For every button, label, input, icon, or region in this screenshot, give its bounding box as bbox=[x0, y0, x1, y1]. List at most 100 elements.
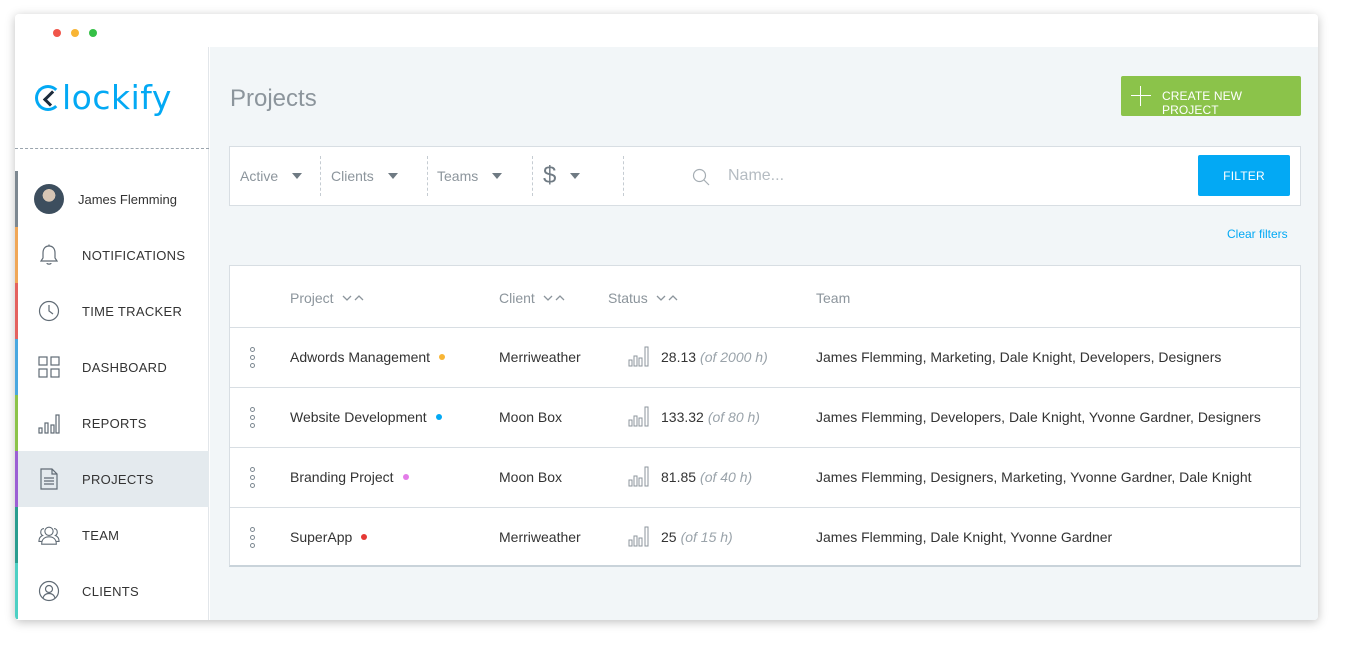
project-name: Branding Project bbox=[290, 469, 394, 485]
caret-down-icon bbox=[387, 173, 398, 179]
project-name: SuperApp bbox=[290, 529, 353, 545]
table-row[interactable]: SuperApp Merriweather 25 (of 15 h) James … bbox=[230, 508, 1300, 568]
project-name: Adwords Management bbox=[290, 349, 431, 365]
dollar-icon: $ bbox=[543, 162, 557, 189]
project-color-dot bbox=[402, 474, 409, 481]
sidebar-item-projects[interactable]: PROJECTS bbox=[15, 451, 209, 507]
titlebar bbox=[15, 14, 1318, 47]
client-cell: Moon Box bbox=[499, 409, 563, 425]
status-cell: 28.13 (of 2000 h) bbox=[661, 349, 768, 365]
column-header-client[interactable]: Client bbox=[499, 290, 565, 306]
project-name-cell[interactable]: Adwords Management bbox=[290, 349, 446, 365]
sort-icon bbox=[543, 294, 565, 302]
caret-down-icon bbox=[570, 173, 581, 179]
row-menu-icon[interactable] bbox=[250, 407, 256, 429]
filter-separator bbox=[532, 156, 533, 196]
status-filter-dropdown[interactable]: Active bbox=[240, 147, 303, 205]
sidebar-user[interactable]: James Flemming bbox=[15, 171, 209, 227]
sidebar-item-clients[interactable]: CLIENTS bbox=[15, 563, 209, 619]
estimated-hours: (of 15 h) bbox=[680, 529, 733, 545]
filter-separator bbox=[320, 156, 321, 196]
table-row[interactable]: Branding Project Moon Box 81.85 (of 40 h)… bbox=[230, 448, 1300, 508]
tracked-hours: 133.32 bbox=[661, 409, 704, 425]
status-cell: 81.85 (of 40 h) bbox=[661, 469, 752, 485]
document-icon bbox=[38, 468, 60, 490]
logo-text: lockify bbox=[62, 77, 172, 117]
user-name: James Flemming bbox=[78, 191, 177, 207]
filter-separator bbox=[623, 156, 624, 196]
team-cell: James Flemming, Dale Knight, Yvonne Gard… bbox=[816, 529, 1113, 545]
project-color-dot bbox=[439, 354, 446, 361]
tracked-hours: 81.85 bbox=[661, 469, 697, 485]
filter-button[interactable]: FILTER bbox=[1198, 155, 1290, 196]
sidebar-item-label: TEAM bbox=[82, 527, 120, 543]
project-name-cell[interactable]: Branding Project bbox=[290, 469, 409, 485]
sidebar-item-notifications[interactable]: NOTIFICATIONS bbox=[15, 227, 209, 283]
sidebar-item-time-tracker[interactable]: TIME TRACKER bbox=[15, 283, 209, 339]
row-menu-icon[interactable] bbox=[250, 347, 256, 369]
projects-table: Project Client Status Team Adwords Manag… bbox=[229, 265, 1301, 567]
project-name-cell[interactable]: Website Development bbox=[290, 409, 442, 425]
sidebar-item-label: DASHBOARD bbox=[82, 359, 168, 375]
column-header-status[interactable]: Status bbox=[608, 290, 678, 306]
caret-down-icon bbox=[492, 173, 503, 179]
team-icon bbox=[38, 524, 60, 546]
column-header-label: Status bbox=[608, 290, 648, 306]
progress-bars-icon bbox=[628, 346, 649, 367]
column-header-project[interactable]: Project bbox=[290, 290, 364, 306]
maximize-window-button[interactable] bbox=[89, 29, 97, 37]
search-icon bbox=[692, 168, 710, 186]
status-filter-value: Active bbox=[240, 168, 279, 184]
sidebar: lockify James Flemming NOTIFICATIONS TIM… bbox=[15, 47, 209, 620]
progress-bars-icon bbox=[628, 406, 649, 427]
sidebar-item-label: REPORTS bbox=[82, 415, 147, 431]
page-title: Projects bbox=[230, 85, 317, 112]
name-search-input[interactable] bbox=[728, 161, 1168, 191]
teams-filter-dropdown[interactable]: Teams bbox=[437, 147, 503, 205]
close-window-button[interactable] bbox=[53, 29, 61, 37]
team-cell: James Flemming, Marketing, Dale Knight, … bbox=[816, 349, 1222, 365]
sort-icon bbox=[656, 294, 678, 302]
sidebar-item-label: PROJECTS bbox=[82, 471, 154, 487]
team-cell: James Flemming, Designers, Marketing, Yv… bbox=[816, 469, 1252, 485]
project-name-cell[interactable]: SuperApp bbox=[290, 529, 368, 545]
project-name: Website Development bbox=[290, 409, 427, 425]
column-header-label: Project bbox=[290, 290, 334, 306]
sort-icon bbox=[342, 294, 364, 302]
sidebar-item-label: NOTIFICATIONS bbox=[82, 247, 186, 263]
main-content: Projects CREATE NEW PROJECT Active Clien… bbox=[210, 47, 1318, 620]
row-menu-icon[interactable] bbox=[250, 527, 256, 549]
sidebar-item-label: TIME TRACKER bbox=[82, 303, 183, 319]
billable-filter-dropdown[interactable]: $ bbox=[543, 147, 581, 205]
teams-filter-label: Teams bbox=[437, 168, 479, 184]
filter-separator bbox=[427, 156, 428, 196]
tracked-hours: 25 bbox=[661, 529, 677, 545]
create-new-project-button[interactable]: CREATE NEW PROJECT bbox=[1121, 76, 1301, 117]
bell-icon bbox=[38, 244, 60, 266]
row-menu-icon[interactable] bbox=[250, 467, 256, 489]
client-icon bbox=[38, 580, 60, 602]
project-color-dot bbox=[361, 534, 368, 541]
clear-filters-link[interactable]: Clear filters bbox=[1227, 227, 1288, 241]
clock-logo-icon bbox=[35, 85, 61, 111]
clockify-logo[interactable]: lockify bbox=[35, 77, 172, 117]
sidebar-item-label: CLIENTS bbox=[82, 583, 140, 599]
minimize-window-button[interactable] bbox=[71, 29, 79, 37]
create-button-label: CREATE NEW PROJECT bbox=[1162, 89, 1243, 117]
sidebar-item-reports[interactable]: REPORTS bbox=[15, 395, 209, 451]
client-cell: Merriweather bbox=[499, 349, 581, 365]
estimated-hours: (of 2000 h) bbox=[700, 349, 768, 365]
clients-filter-label: Clients bbox=[331, 168, 374, 184]
sidebar-item-dashboard[interactable]: DASHBOARD bbox=[15, 339, 209, 395]
app-window: lockify James Flemming NOTIFICATIONS TIM… bbox=[15, 14, 1318, 620]
status-cell: 133.32 (of 80 h) bbox=[661, 409, 760, 425]
filter-bar: Active Clients Teams $ FILTER bbox=[229, 146, 1301, 206]
project-color-dot bbox=[435, 414, 442, 421]
sidebar-item-team[interactable]: TEAM bbox=[15, 507, 209, 563]
table-row[interactable]: Adwords Management Merriweather 28.13 (of… bbox=[230, 328, 1300, 388]
client-cell: Moon Box bbox=[499, 469, 563, 485]
table-row[interactable]: Website Development Moon Box 133.32 (of 8… bbox=[230, 388, 1300, 448]
grid-icon bbox=[38, 356, 60, 378]
progress-bars-icon bbox=[628, 466, 649, 487]
clients-filter-dropdown[interactable]: Clients bbox=[331, 147, 398, 205]
